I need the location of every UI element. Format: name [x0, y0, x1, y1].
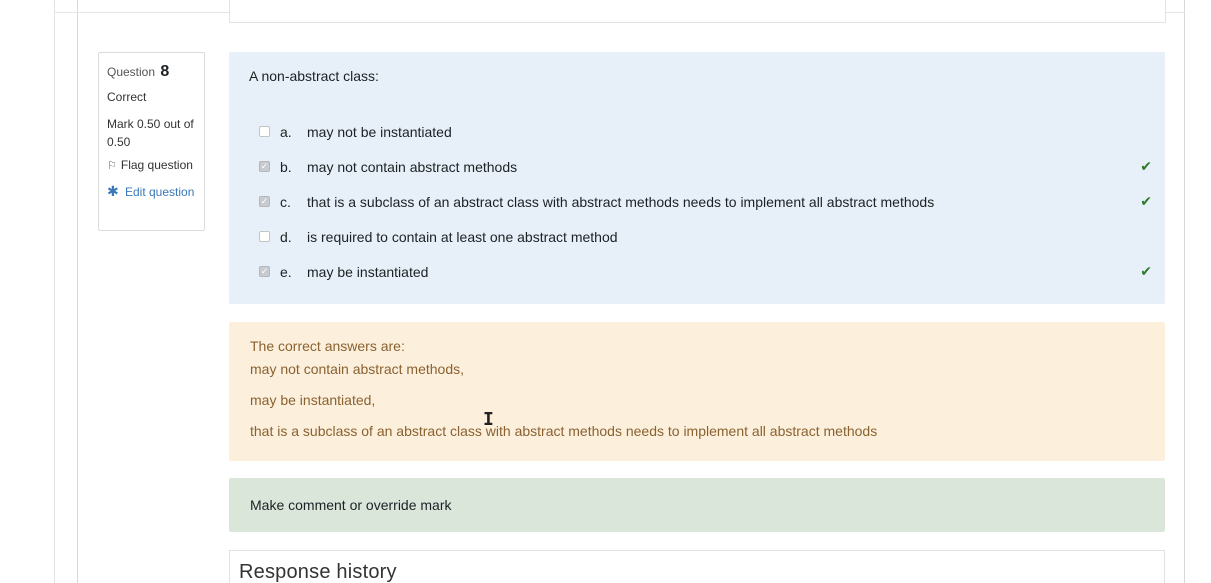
answer-checkbox[interactable] — [259, 126, 270, 137]
flag-question-label: Flag question — [120, 158, 193, 172]
answer-letter: d. — [280, 228, 292, 245]
answer-text: may not contain abstract methods — [307, 158, 518, 175]
edit-question-link[interactable]: ✱ Edit question — [107, 181, 196, 202]
edit-question-label: Edit question — [125, 185, 195, 199]
flag-question-link[interactable]: ⚐ Flag question — [107, 158, 196, 172]
question-state: Correct — [107, 90, 147, 104]
answer-list: a. may not be instantiated ✓ b. may not … — [259, 114, 1152, 289]
content-border-right — [1184, 0, 1185, 583]
answer-option-d[interactable]: d. is required to contain at least one a… — [259, 219, 1139, 254]
answer-checkbox[interactable] — [259, 231, 270, 242]
response-history-title: Response history — [239, 561, 397, 583]
check-icon: ✔ — [1140, 158, 1152, 174]
question-info-panel: Question 8 Correct Mark 0.50 out of 0.50… — [98, 52, 205, 231]
question-grade: Mark 0.50 out of 0.50 — [107, 117, 194, 149]
check-icon: ✔ — [1140, 193, 1152, 209]
text-cursor-icon: I — [483, 409, 494, 430]
make-comment-link[interactable]: Make comment or override mark — [250, 497, 452, 513]
question-number-value: 8 — [160, 63, 170, 80]
quiz-review-page: Question 8 Correct Mark 0.50 out of 0.50… — [0, 0, 1211, 583]
question-label: Question — [107, 65, 156, 79]
answer-letter: b. — [280, 158, 292, 175]
flag-icon: ⚐ — [107, 159, 117, 172]
feedback-answer: may be instantiated, — [250, 392, 376, 408]
answer-option-b[interactable]: ✓ b. may not contain abstract methods ✔ — [259, 149, 1152, 184]
answer-text: that is a subclass of an abstract class … — [307, 193, 935, 210]
answer-text: may not be instantiated — [307, 123, 452, 140]
previous-question-box — [229, 0, 1166, 23]
page-border-left — [54, 0, 55, 583]
answer-checkbox-checked[interactable]: ✓ — [259, 161, 270, 172]
comment-panel: Make comment or override mark — [229, 478, 1165, 532]
content-border-left — [77, 0, 78, 583]
answer-text: is required to contain at least one abst… — [307, 228, 618, 245]
answer-option-c[interactable]: ✓ c. that is a subclass of an abstract c… — [259, 184, 1152, 219]
answer-option-a[interactable]: a. may not be instantiated — [259, 114, 1139, 149]
feedback-answer: may not contain abstract methods, — [250, 361, 464, 377]
response-history-panel: Response history — [229, 550, 1165, 583]
answer-letter: a. — [280, 123, 292, 140]
feedback-heading: The correct answers are: — [250, 338, 405, 354]
correct-answers-feedback: The correct answers are: may not contain… — [229, 322, 1165, 461]
question-text: A non-abstract class: — [249, 68, 379, 84]
answer-checkbox-checked[interactable]: ✓ — [259, 266, 270, 277]
answer-letter: c. — [280, 193, 291, 210]
question-formulation: A non-abstract class: a. may not be inst… — [229, 52, 1165, 304]
question-number: Question 8 — [107, 63, 196, 81]
check-icon: ✔ — [1140, 263, 1152, 279]
answer-option-e[interactable]: ✓ e. may be instantiated ✔ — [259, 254, 1152, 289]
gear-icon: ✱ — [107, 183, 119, 199]
answer-checkbox-checked[interactable]: ✓ — [259, 196, 270, 207]
answer-text: may be instantiated — [307, 263, 429, 280]
answer-letter: e. — [280, 263, 292, 280]
feedback-answer: that is a subclass of an abstract class … — [250, 423, 878, 439]
